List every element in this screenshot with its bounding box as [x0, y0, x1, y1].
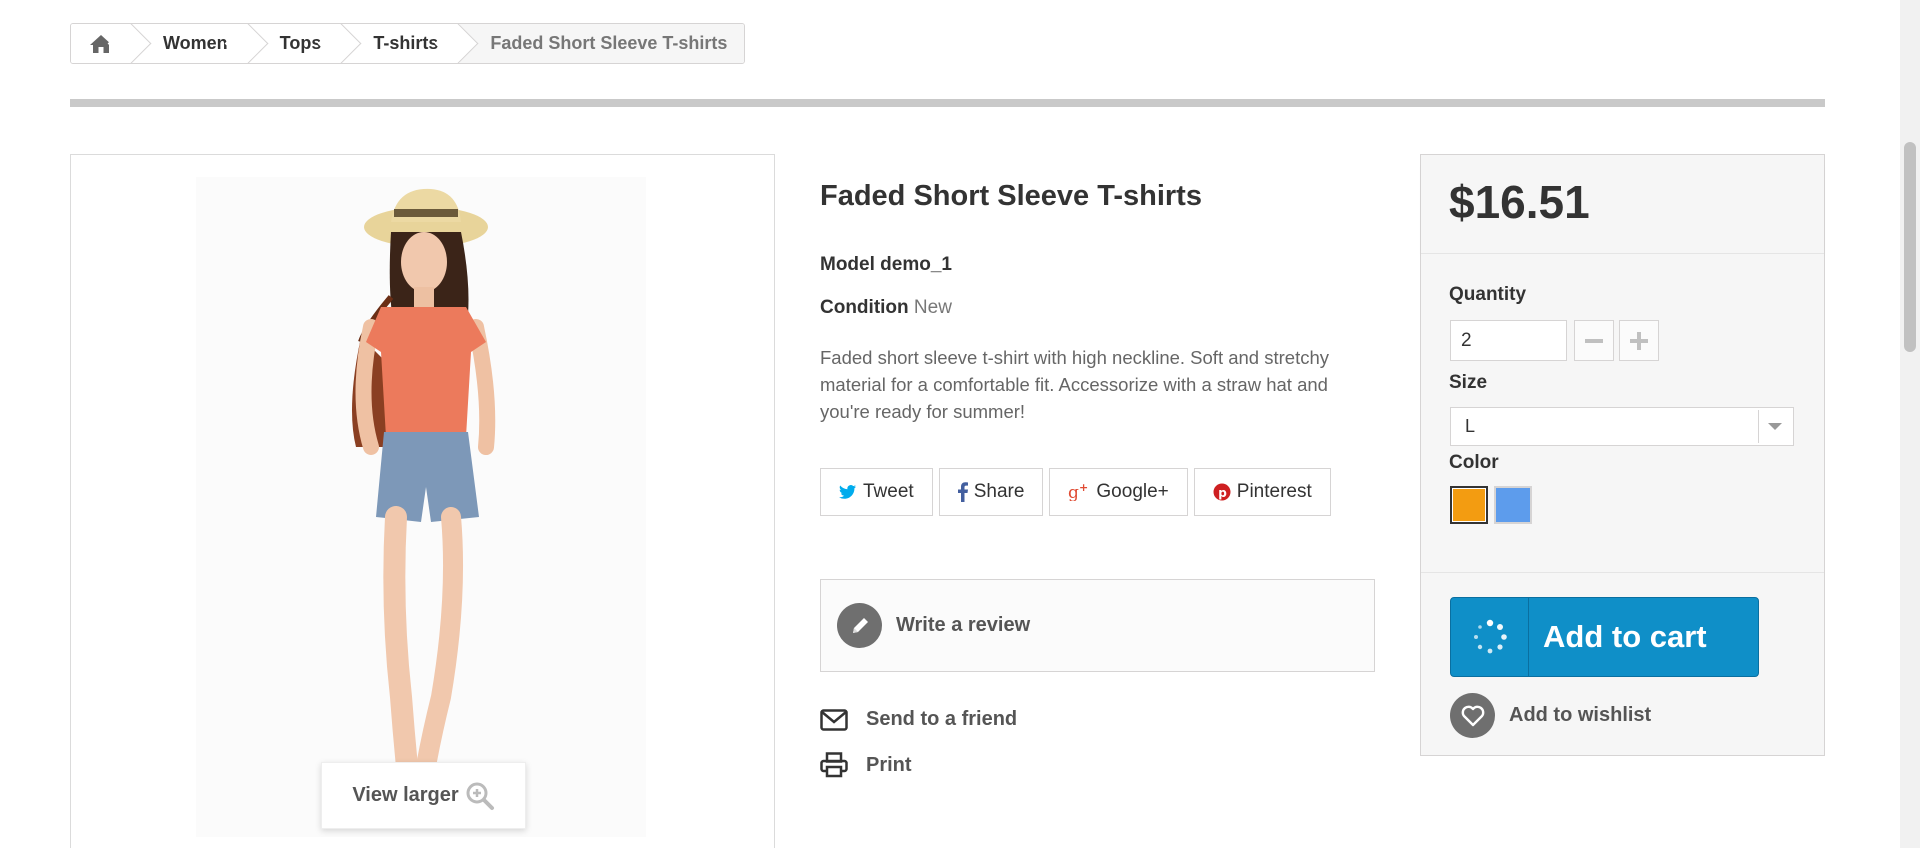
svg-text:p: p [1218, 486, 1227, 500]
pencil-icon [837, 603, 882, 648]
heart-icon [1450, 693, 1495, 738]
write-review-link[interactable]: Write a review [896, 614, 1030, 637]
color-label: Color [1449, 452, 1499, 473]
quantity-input[interactable] [1450, 320, 1567, 361]
breadcrumb: Women Tops T-shirts Faded Short Sleeve T… [70, 23, 746, 64]
facebook-share-button[interactable]: Share [938, 468, 1044, 516]
add-to-cart-button[interactable]: Add to cart [1450, 597, 1759, 677]
price: $16.51 [1421, 155, 1824, 254]
model-line: Model demo_1 [820, 254, 952, 275]
add-to-wishlist-link[interactable]: Add to wishlist [1450, 693, 1651, 738]
google-plus-button[interactable]: g + Google+ [1049, 468, 1188, 516]
color-swatch-blue[interactable] [1494, 486, 1532, 524]
vertical-scrollbar[interactable] [1900, 0, 1920, 848]
minus-icon [1585, 338, 1603, 343]
loading-spinner-icon [1451, 598, 1529, 676]
quantity-decrease-button[interactable] [1574, 320, 1614, 361]
scrollbar-thumb[interactable] [1904, 142, 1916, 352]
divider-bar [70, 99, 1825, 107]
product-photo[interactable] [196, 177, 646, 837]
breadcrumb-home[interactable] [71, 24, 152, 63]
product-title: Faded Short Sleeve T-shirts [820, 180, 1202, 212]
write-review-box[interactable]: Write a review [820, 579, 1375, 672]
twitter-icon [839, 485, 856, 499]
quantity-label: Quantity [1449, 284, 1527, 305]
product-options: Quantity Size L Color [1421, 254, 1824, 572]
model-illustration [352, 188, 496, 798]
zoom-in-icon [466, 782, 494, 810]
pinterest-button[interactable]: p Pinterest [1193, 468, 1331, 516]
printer-icon [820, 752, 848, 778]
product-image-block: View larger [70, 154, 775, 848]
pinterest-icon: p [1213, 483, 1231, 501]
product-description: Faded short sleeve t-shirt with high nec… [820, 347, 1330, 422]
google-plus-icon: g + [1068, 483, 1088, 501]
size-label: Size [1449, 372, 1488, 393]
breadcrumb-current: Faded Short Sleeve T-shirts [460, 24, 745, 63]
send-to-friend-link[interactable]: Send to a friend [820, 708, 1017, 731]
print-link[interactable]: Print [820, 752, 912, 778]
envelope-icon [820, 708, 848, 731]
color-swatch-orange[interactable] [1450, 486, 1488, 524]
facebook-icon [957, 482, 968, 502]
buy-box: $16.51 Quantity Size L Color [1420, 154, 1825, 756]
cart-area: Add to cart Add to wishlist [1421, 572, 1824, 755]
chevron-down-icon [1758, 410, 1791, 443]
size-select[interactable]: L [1450, 407, 1794, 446]
quantity-increase-button[interactable] [1619, 320, 1659, 361]
condition-line: Condition New [820, 297, 952, 318]
svg-text:+: + [1079, 483, 1088, 494]
plus-icon [1630, 331, 1648, 350]
view-larger-button[interactable]: View larger [321, 762, 526, 829]
tweet-button[interactable]: Tweet [820, 468, 933, 516]
svg-text:g: g [1068, 483, 1079, 501]
social-share: Tweet Share g + Google+ p Pinterest [820, 468, 1331, 516]
